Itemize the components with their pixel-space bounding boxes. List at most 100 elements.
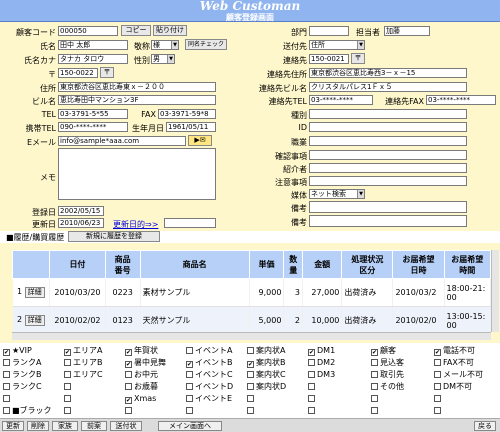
attribute-checkbox[interactable]: DM3 (308, 370, 335, 380)
checkbox-icon[interactable] (64, 383, 71, 390)
attribute-checkbox[interactable]: その他 (371, 382, 404, 392)
checkbox-icon[interactable] (371, 395, 378, 402)
attribute-checkbox[interactable] (371, 406, 380, 416)
attribute-checkbox[interactable] (3, 394, 12, 404)
back-button[interactable]: 戻る (474, 421, 496, 431)
checkbox-checked-icon[interactable]: ✔ (186, 361, 193, 368)
zip-input[interactable]: 150-0022 (58, 68, 98, 78)
main-screen-button[interactable]: メイン画面へ (158, 421, 222, 431)
checkbox-icon[interactable] (371, 407, 378, 414)
attribute-checkbox[interactable]: エリアB (64, 358, 103, 368)
checkbox-icon[interactable] (247, 383, 254, 390)
zip-search-button[interactable]: 〒 (100, 67, 114, 78)
staff-input[interactable]: 加藤 (384, 26, 430, 36)
contact-zip-input[interactable]: 150-0021 (309, 54, 349, 64)
checkbox-checked-icon[interactable]: ✔ (125, 361, 132, 368)
checkbox-icon[interactable] (186, 347, 193, 354)
attribute-checkbox[interactable]: イベントA (186, 346, 232, 356)
attribute-checkbox[interactable] (64, 394, 73, 404)
delete-button[interactable]: 削除 (27, 421, 49, 431)
checkbox-checked-icon[interactable]: ✔ (64, 349, 71, 356)
checkbox-icon[interactable] (64, 359, 71, 366)
email-input[interactable]: info@sample*aaa.com (58, 136, 186, 146)
checkbox-icon[interactable] (308, 383, 315, 390)
attribute-checkbox[interactable]: お中元 (125, 370, 158, 380)
send-to-select[interactable]: 住所 ▼ (309, 40, 365, 50)
checkbox-checked-icon[interactable]: ✔ (125, 397, 132, 404)
kana-input[interactable]: タナカ タロウ (58, 54, 128, 64)
update-target-input[interactable] (164, 218, 216, 228)
media-select[interactable]: ネット検索 ▼ (309, 189, 365, 199)
checkbox-icon[interactable] (247, 407, 254, 414)
checkbox-icon[interactable] (186, 371, 193, 378)
attribute-checkbox[interactable] (64, 406, 73, 416)
duplicate-check-button[interactable]: 同名チェック (185, 39, 227, 50)
checkbox-checked-icon[interactable]: ✔ (308, 349, 315, 356)
checkbox-icon[interactable] (3, 395, 10, 402)
attribute-checkbox[interactable] (308, 382, 317, 392)
referrer-input[interactable] (309, 163, 467, 173)
honorific-select[interactable]: 様 ▼ (151, 40, 179, 50)
remark2-input[interactable] (309, 215, 467, 227)
address-input[interactable]: 東京都渋谷区恵比寿東ｘ－２００ (58, 82, 216, 92)
updated-input[interactable]: 2010/06/23 (58, 218, 104, 228)
remark1-input[interactable] (309, 201, 467, 213)
attribute-checkbox[interactable]: FAX不可 (434, 358, 474, 368)
checkbox-icon[interactable] (308, 407, 315, 414)
birth-input[interactable]: 1961/05/11 (166, 122, 216, 132)
registered-input[interactable]: 2002/05/15 (58, 206, 104, 216)
paste-button[interactable]: 貼り付け (153, 25, 187, 36)
checkbox-icon[interactable] (434, 383, 441, 390)
checkbox-icon[interactable] (125, 371, 132, 378)
attribute-checkbox[interactable]: ✔ イベントB (186, 358, 233, 368)
checkbox-checked-icon[interactable]: ✔ (3, 349, 10, 356)
attribute-checkbox[interactable]: ランクA (3, 358, 41, 368)
checkbox-checked-icon[interactable]: ✔ (247, 361, 254, 368)
checkbox-icon[interactable] (308, 371, 315, 378)
checkbox-icon[interactable] (186, 407, 193, 414)
checkbox-icon[interactable] (434, 407, 441, 414)
copy-button[interactable]: コピー (121, 25, 151, 36)
checkbox-icon[interactable] (64, 395, 71, 402)
new-history-button[interactable]: 新規に履歴を登録 (68, 231, 160, 242)
gender-select[interactable]: 男 ▼ (151, 54, 175, 64)
attribute-checkbox[interactable]: エリアC (64, 370, 103, 380)
attribute-checkbox[interactable]: ✔ ★VIP (3, 346, 32, 356)
contact-tel-input[interactable]: 03-****-**** (309, 95, 373, 105)
attribute-checkbox[interactable]: イベントD (186, 382, 233, 392)
attribute-checkbox[interactable] (125, 406, 134, 416)
attribute-checkbox[interactable]: イベントE (186, 394, 232, 404)
attribute-checkbox[interactable] (308, 406, 317, 416)
fax-input[interactable]: 03-3971-59*8 (158, 109, 216, 119)
attribute-checkbox[interactable]: 案内状C (247, 370, 286, 380)
table-row[interactable]: 1 詳細 2010/03/20 0223 素材サンプル 9,000 3 27,0… (12, 278, 492, 307)
grid-vertical-scrollbar[interactable] (491, 250, 499, 332)
attribute-checkbox[interactable]: 案内状D (247, 382, 286, 392)
update-button[interactable]: 更新 (2, 421, 24, 431)
send-letter-button[interactable]: 送付状 (110, 421, 142, 431)
checkbox-icon[interactable] (64, 407, 71, 414)
contact-address-input[interactable]: 東京都渋谷区恵比寿西3－ｘ－15 (309, 68, 467, 78)
attribute-checkbox[interactable]: ✔ Xmas (125, 394, 156, 404)
checkbox-icon[interactable] (125, 383, 132, 390)
checkbox-icon[interactable] (434, 359, 441, 366)
attribute-checkbox[interactable]: ✔ 年賀状 (125, 346, 158, 356)
checkbox-icon[interactable] (186, 395, 193, 402)
memo-textarea[interactable] (58, 148, 216, 200)
attribute-checkbox[interactable]: ✔ 暑中見舞 (125, 358, 166, 368)
tel-input[interactable]: 03-3791-5*55 (58, 109, 128, 119)
contact-building-input[interactable]: クリスタルパレス1Ｆｘ５ (309, 82, 467, 92)
attribute-checkbox[interactable] (308, 394, 317, 404)
attribute-checkbox[interactable]: DM不可 (434, 382, 472, 392)
update-link[interactable]: 更新日的⇒> (113, 219, 158, 230)
building-input[interactable]: 恵比寿田中マンション3F (58, 95, 216, 105)
attribute-checkbox[interactable]: イベントC (186, 370, 233, 380)
attribute-checkbox[interactable] (186, 406, 195, 416)
dept-input[interactable] (309, 26, 349, 36)
attribute-checkbox[interactable] (371, 394, 380, 404)
checkbox-icon[interactable] (247, 347, 254, 354)
attribute-checkbox[interactable] (434, 394, 443, 404)
attribute-checkbox[interactable]: ✔ エリアA (64, 346, 102, 356)
attribute-checkbox[interactable]: 案内状A (247, 346, 285, 356)
confirm-input[interactable] (309, 150, 467, 160)
